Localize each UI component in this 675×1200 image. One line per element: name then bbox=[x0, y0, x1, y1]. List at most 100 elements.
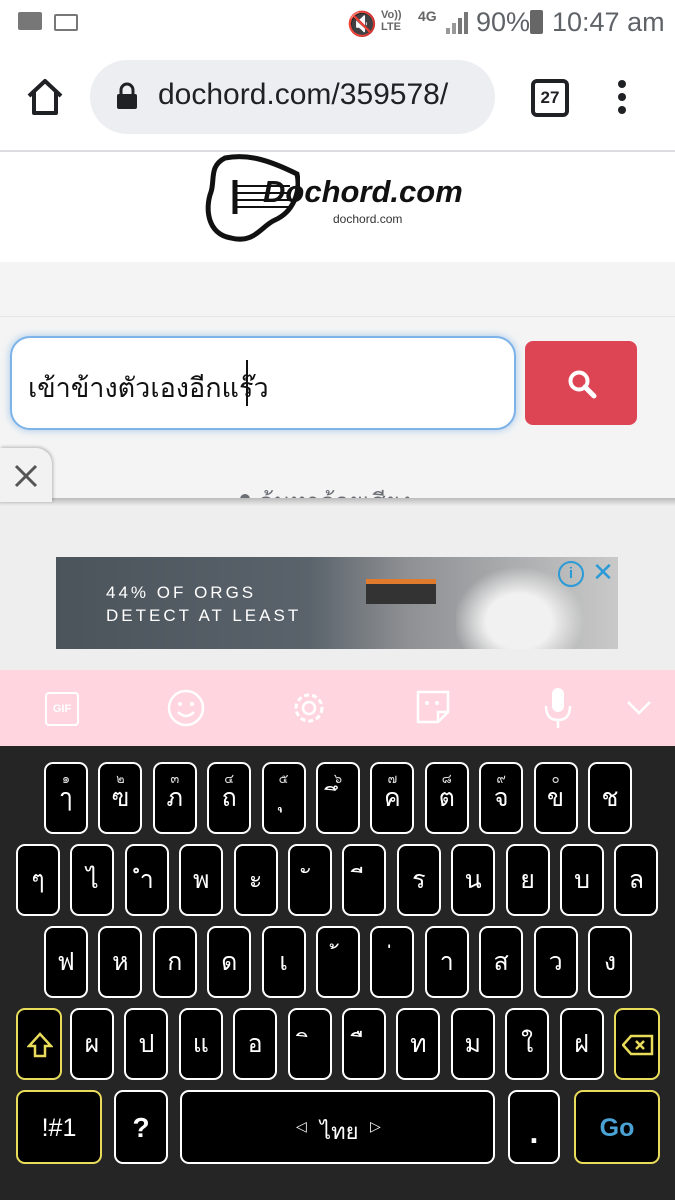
key[interactable]: ไ bbox=[70, 844, 115, 916]
ad-choices-icon[interactable]: i bbox=[558, 561, 584, 587]
logo-subtext: dochord.com bbox=[333, 212, 403, 226]
key[interactable]: ล bbox=[614, 844, 659, 916]
key[interactable]: ว bbox=[533, 926, 578, 998]
key-label: ห bbox=[112, 948, 129, 976]
browser-toolbar: dochord.com/359578/ 27 bbox=[0, 48, 675, 150]
key-label: ท bbox=[410, 1030, 427, 1058]
key[interactable]: ๅ๑ bbox=[44, 762, 88, 834]
key-label: ว bbox=[548, 948, 563, 976]
search-icon bbox=[568, 370, 597, 399]
key[interactable]: ่ bbox=[370, 926, 415, 998]
question-key[interactable]: ? bbox=[114, 1090, 168, 1164]
key[interactable]: ป bbox=[124, 1008, 169, 1080]
backspace-icon bbox=[622, 1034, 654, 1056]
space-key[interactable]: ◁ ไทย ▷ bbox=[180, 1090, 495, 1164]
emoji-icon[interactable] bbox=[166, 688, 206, 728]
key[interactable]: ต๘ bbox=[424, 762, 469, 834]
key[interactable]: เ bbox=[261, 926, 306, 998]
key[interactable]: ส bbox=[479, 926, 524, 998]
overflow-menu-icon[interactable] bbox=[616, 80, 628, 116]
ad-shelf-decoration bbox=[366, 579, 436, 604]
key-label: ช bbox=[601, 784, 619, 812]
shift-key[interactable] bbox=[16, 1008, 62, 1080]
site-header: Dochord.com dochord.com bbox=[0, 152, 675, 262]
key[interactable]: า bbox=[424, 926, 469, 998]
key[interactable]: ้ bbox=[316, 926, 360, 998]
key-hint: ๔ bbox=[224, 771, 235, 786]
key[interactable]: ท bbox=[396, 1008, 441, 1080]
status-bar: 🔇 Vo)) LTE 4G 90% 10:47 am bbox=[0, 0, 675, 48]
ad-line-1: 44% OF ORGS bbox=[106, 583, 257, 602]
key-label: ้ bbox=[318, 942, 358, 982]
key[interactable]: ข๐ bbox=[533, 762, 578, 834]
key[interactable]: ช bbox=[588, 762, 632, 834]
address-bar[interactable]: dochord.com/359578/ bbox=[90, 60, 495, 134]
key[interactable]: ฝ bbox=[559, 1008, 604, 1080]
key[interactable]: ย bbox=[505, 844, 550, 916]
key-hint: ๓ bbox=[170, 771, 180, 786]
microphone-icon[interactable] bbox=[543, 686, 573, 730]
site-logo[interactable]: Dochord.com dochord.com bbox=[205, 152, 463, 244]
ad-line-2: DETECT AT LEAST bbox=[106, 606, 302, 625]
search-input-value: เข้าข้างตัวเองอีกแร๊ว bbox=[28, 373, 269, 403]
space-key-left-arrow: ◁ bbox=[296, 1118, 307, 1134]
key[interactable]: ะ bbox=[233, 844, 278, 916]
key-label: ิ bbox=[290, 1024, 330, 1064]
key-label: ใ bbox=[521, 1030, 534, 1058]
network-type: 4G bbox=[418, 8, 437, 24]
key[interactable]: ค๗ bbox=[370, 762, 415, 834]
period-key[interactable]: . bbox=[508, 1090, 560, 1164]
go-key[interactable]: Go bbox=[574, 1090, 660, 1164]
settings-gear-icon[interactable] bbox=[289, 688, 329, 728]
key[interactable]: ถ๔ bbox=[207, 762, 252, 834]
key[interactable]: ใ bbox=[505, 1008, 550, 1080]
key-label: ั bbox=[290, 860, 330, 900]
key[interactable]: ม bbox=[450, 1008, 495, 1080]
key[interactable]: พ bbox=[179, 844, 224, 916]
key[interactable]: น bbox=[451, 844, 496, 916]
ad-close-icon[interactable]: ✕ bbox=[590, 557, 616, 587]
key[interactable]: ๆ bbox=[16, 844, 60, 916]
key[interactable]: ภ๓ bbox=[152, 762, 197, 834]
url-text: dochord.com/359578/ bbox=[158, 78, 449, 111]
key-label: ด bbox=[221, 948, 238, 976]
key[interactable]: ิ bbox=[287, 1008, 332, 1080]
key-label: ง bbox=[603, 948, 617, 976]
search-button[interactable] bbox=[525, 341, 637, 425]
key[interactable]: ึ๖ bbox=[316, 762, 360, 834]
key[interactable]: ง bbox=[588, 926, 632, 998]
key[interactable]: จ๙ bbox=[479, 762, 524, 834]
symbols-key[interactable]: !#1 bbox=[16, 1090, 102, 1164]
key[interactable]: ื bbox=[342, 1008, 386, 1080]
ad-banner[interactable]: 44% OF ORGS DETECT AT LEAST i ✕ bbox=[56, 557, 618, 649]
key[interactable]: ำ bbox=[124, 844, 169, 916]
key[interactable]: บ bbox=[560, 844, 604, 916]
key[interactable]: ก bbox=[152, 926, 197, 998]
keyboard: ๅ๑ฃ๒ภ๓ถ๔ุ๕ึ๖ค๗ต๘จ๙ข๐ ช ๆ ไ ำ พ ะัี ร น ย บ ล ฟ ห ก ด เ… bbox=[0, 746, 675, 1200]
key-label: า bbox=[439, 948, 454, 976]
sticker-icon[interactable] bbox=[414, 688, 452, 726]
key[interactable]: ฃ๒ bbox=[98, 762, 143, 834]
key[interactable]: อ bbox=[233, 1008, 278, 1080]
chevron-down-icon[interactable] bbox=[626, 700, 652, 716]
ad-close-tab[interactable] bbox=[0, 448, 52, 502]
home-icon[interactable] bbox=[25, 78, 65, 116]
key[interactable]: ุ๕ bbox=[261, 762, 306, 834]
key-label: ผ bbox=[84, 1030, 100, 1058]
key[interactable]: ี bbox=[342, 844, 387, 916]
keyboard-notification-icon bbox=[54, 14, 78, 31]
shift-arrow-icon bbox=[27, 1032, 53, 1058]
key[interactable]: ั bbox=[288, 844, 332, 916]
key[interactable]: ฟ bbox=[44, 926, 88, 998]
key[interactable]: ผ bbox=[70, 1008, 114, 1080]
backspace-key[interactable] bbox=[614, 1008, 660, 1080]
key[interactable]: แ bbox=[178, 1008, 223, 1080]
tab-switcher-button[interactable]: 27 bbox=[531, 79, 569, 117]
key[interactable]: ด bbox=[207, 926, 252, 998]
key[interactable]: ห bbox=[98, 926, 143, 998]
close-icon bbox=[14, 464, 38, 488]
key[interactable]: ร bbox=[396, 844, 441, 916]
gif-icon[interactable]: GIF bbox=[45, 692, 79, 726]
battery-icon bbox=[530, 10, 543, 34]
search-input[interactable]: เข้าข้างตัวเองอีกแร๊ว bbox=[10, 336, 516, 430]
